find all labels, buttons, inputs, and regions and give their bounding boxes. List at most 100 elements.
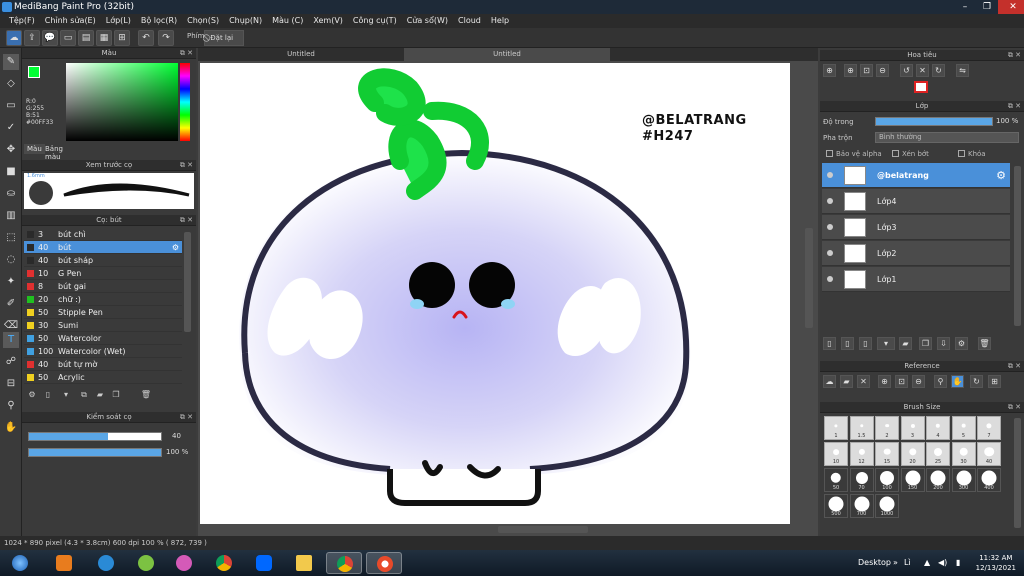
taskbar-zalo[interactable] xyxy=(246,552,282,574)
folder-icon[interactable]: ▰ xyxy=(94,389,106,401)
menu-window[interactable]: Cửa sổ(W) xyxy=(402,14,453,28)
speech-bubble-icon[interactable]: 💬 xyxy=(42,30,58,46)
brush-size-option[interactable]: 15 xyxy=(875,442,899,466)
reference-fit-icon[interactable]: ⊡ xyxy=(895,375,908,388)
clock[interactable]: 11:32 AM 12/13/2021 xyxy=(976,553,1016,573)
lasso-tool-icon[interactable]: ◌ xyxy=(3,252,19,268)
pen-tool-icon[interactable]: ✓ xyxy=(3,120,19,136)
brush-size-option[interactable]: 7 xyxy=(977,416,1001,440)
brush-size-option[interactable]: 2 xyxy=(875,416,899,440)
brush-item[interactable]: 10 G Pen xyxy=(24,267,182,280)
brush-size-option[interactable]: 1000 xyxy=(875,494,899,518)
reference-zoom-in-icon[interactable]: ⊕ xyxy=(878,375,891,388)
clipping-checkbox[interactable]: Xén bớt xyxy=(892,150,929,158)
brush-size-option[interactable]: 50 xyxy=(824,468,848,492)
taskbar-explorer[interactable] xyxy=(286,552,322,574)
brush-size-option[interactable]: 4 xyxy=(926,416,950,440)
menu-tools[interactable]: Công cụ(T) xyxy=(348,14,402,28)
undo-icon[interactable]: ↶ xyxy=(138,30,154,46)
brush-size-option[interactable]: 30 xyxy=(951,442,976,466)
brush-item[interactable]: 50 Watercolor xyxy=(24,332,182,345)
select-tool-icon[interactable]: ⬚ xyxy=(3,230,19,246)
panel-close-icon[interactable]: ⧉ ✕ xyxy=(1008,361,1021,372)
menu-file[interactable]: Tệp(F) xyxy=(4,14,40,28)
brush-size-option[interactable]: 300 xyxy=(951,468,976,492)
menu-cloud[interactable]: Cloud xyxy=(453,14,486,28)
layer-row[interactable]: Lớp3 xyxy=(822,215,1010,240)
brush-copy-icon[interactable]: ⧉ xyxy=(78,389,90,401)
brush-size-slider[interactable] xyxy=(28,432,162,441)
document-tab[interactable]: Untitled xyxy=(198,48,404,61)
zoom-fit-icon[interactable]: ⊕ xyxy=(823,64,836,77)
taskbar-chrome-running[interactable] xyxy=(326,552,362,574)
brush-tool-icon[interactable]: ✎ xyxy=(3,54,19,70)
panel-close-icon[interactable]: ⧉ ✕ xyxy=(180,215,193,226)
protect-alpha-checkbox[interactable]: Bảo vệ alpha xyxy=(826,150,882,158)
eraser-tool-icon[interactable]: ◇ xyxy=(3,76,19,92)
panel-close-icon[interactable]: ⧉ ✕ xyxy=(1008,402,1021,413)
brush-item[interactable]: 3 bút chì xyxy=(24,228,182,241)
new-8bit-layer-icon[interactable]: ▯ xyxy=(859,337,872,350)
reference-cloud-icon[interactable]: ☁ xyxy=(823,375,836,388)
canvas-horizontal-scrollbar[interactable] xyxy=(498,526,588,533)
brush-size-option[interactable]: 100 xyxy=(875,468,899,492)
fit-window-icon[interactable]: ⊡ xyxy=(860,64,873,77)
brush-size-option[interactable]: 1.5 xyxy=(849,416,874,440)
new-halftone-layer-icon[interactable]: ▯ xyxy=(841,337,854,350)
brush-size-option[interactable]: 25 xyxy=(926,442,950,466)
taskbar-media-player[interactable] xyxy=(46,552,82,574)
blend-mode-select[interactable]: Bình thường xyxy=(875,132,1019,143)
brush-item[interactable]: 40 bút ⚙ xyxy=(24,241,182,254)
layer-settings-icon[interactable]: ⚙ xyxy=(955,337,968,350)
panel-close-icon[interactable]: ⧉ ✕ xyxy=(1008,101,1021,112)
panel-icon[interactable]: ▦ xyxy=(96,30,112,46)
brush-size-option[interactable]: 1 xyxy=(824,416,848,440)
zoom-out-icon[interactable]: ⊖ xyxy=(876,64,889,77)
layer-settings-icon[interactable]: ⚙ xyxy=(996,169,1006,182)
volume-icon[interactable]: ◀) xyxy=(938,550,947,576)
menu-edit[interactable]: Chỉnh sửa(E) xyxy=(40,14,101,28)
reference-fit-window-icon[interactable]: ⊞ xyxy=(988,375,1001,388)
maximize-icon[interactable]: ❐ xyxy=(976,0,998,14)
foreground-color-swatch[interactable] xyxy=(28,66,40,78)
menu-select[interactable]: Chọn(S) xyxy=(182,14,224,28)
menu-color[interactable]: Màu (C) xyxy=(267,14,308,28)
color-picker-square[interactable] xyxy=(66,63,178,141)
brush-size-option[interactable]: 5 xyxy=(951,416,976,440)
layer-row[interactable]: Lớp2 xyxy=(822,241,1010,266)
brush-size-option[interactable]: 40 xyxy=(977,442,1001,466)
brush-size-option[interactable]: 10 xyxy=(824,442,848,466)
tray-arrow-icon[interactable]: » xyxy=(893,550,898,576)
divide-tool-icon[interactable]: ⊟ xyxy=(3,376,19,392)
taskbar-chrome[interactable] xyxy=(206,552,242,574)
brush-opacity-slider[interactable] xyxy=(28,448,162,457)
brush-options-icon[interactable]: ▾ xyxy=(60,389,72,401)
layer-list-scrollbar[interactable] xyxy=(1014,166,1021,326)
taskbar-medibang-running[interactable] xyxy=(366,552,402,574)
panel-close-icon[interactable]: ⧉ ✕ xyxy=(180,160,193,171)
taskbar-paint[interactable] xyxy=(166,552,202,574)
redo-icon[interactable]: ↷ xyxy=(158,30,174,46)
gradient-tool-icon[interactable]: ▥ xyxy=(3,208,19,224)
brush-size-option[interactable]: 700 xyxy=(849,494,874,518)
brush-size-option[interactable]: 150 xyxy=(900,468,925,492)
taskbar-app3[interactable] xyxy=(128,552,164,574)
brush-item[interactable]: 8 bút gai xyxy=(24,280,182,293)
eyedropper-tool-icon[interactable]: ⚲ xyxy=(3,398,19,414)
reference-zoom-out-icon[interactable]: ⊖ xyxy=(912,375,925,388)
layer-row[interactable]: Lớp1 xyxy=(822,267,1010,292)
layer-row[interactable]: @belatrang ⚙ xyxy=(822,163,1010,188)
brush-size-option[interactable]: 70 xyxy=(849,468,874,492)
layer-options-icon[interactable]: ▾ xyxy=(877,337,895,350)
layer-folder-icon[interactable]: ▰ xyxy=(899,337,912,350)
new-layer-icon[interactable]: ▯ xyxy=(823,337,836,350)
reference-close-icon[interactable]: ✕ xyxy=(857,375,870,388)
brush-size-option[interactable]: 3 xyxy=(900,416,925,440)
brush-size-option[interactable]: 12 xyxy=(849,442,874,466)
delete-layer-icon[interactable]: 🗑 xyxy=(978,337,991,350)
close-icon[interactable]: ✕ xyxy=(998,0,1024,14)
export-icon[interactable]: ⇪ xyxy=(24,30,40,46)
tray-up-icon[interactable]: ▲ xyxy=(924,550,930,576)
cloud-icon[interactable]: ☁ xyxy=(6,30,22,46)
menu-filter[interactable]: Bộ lọc(R) xyxy=(136,14,182,28)
